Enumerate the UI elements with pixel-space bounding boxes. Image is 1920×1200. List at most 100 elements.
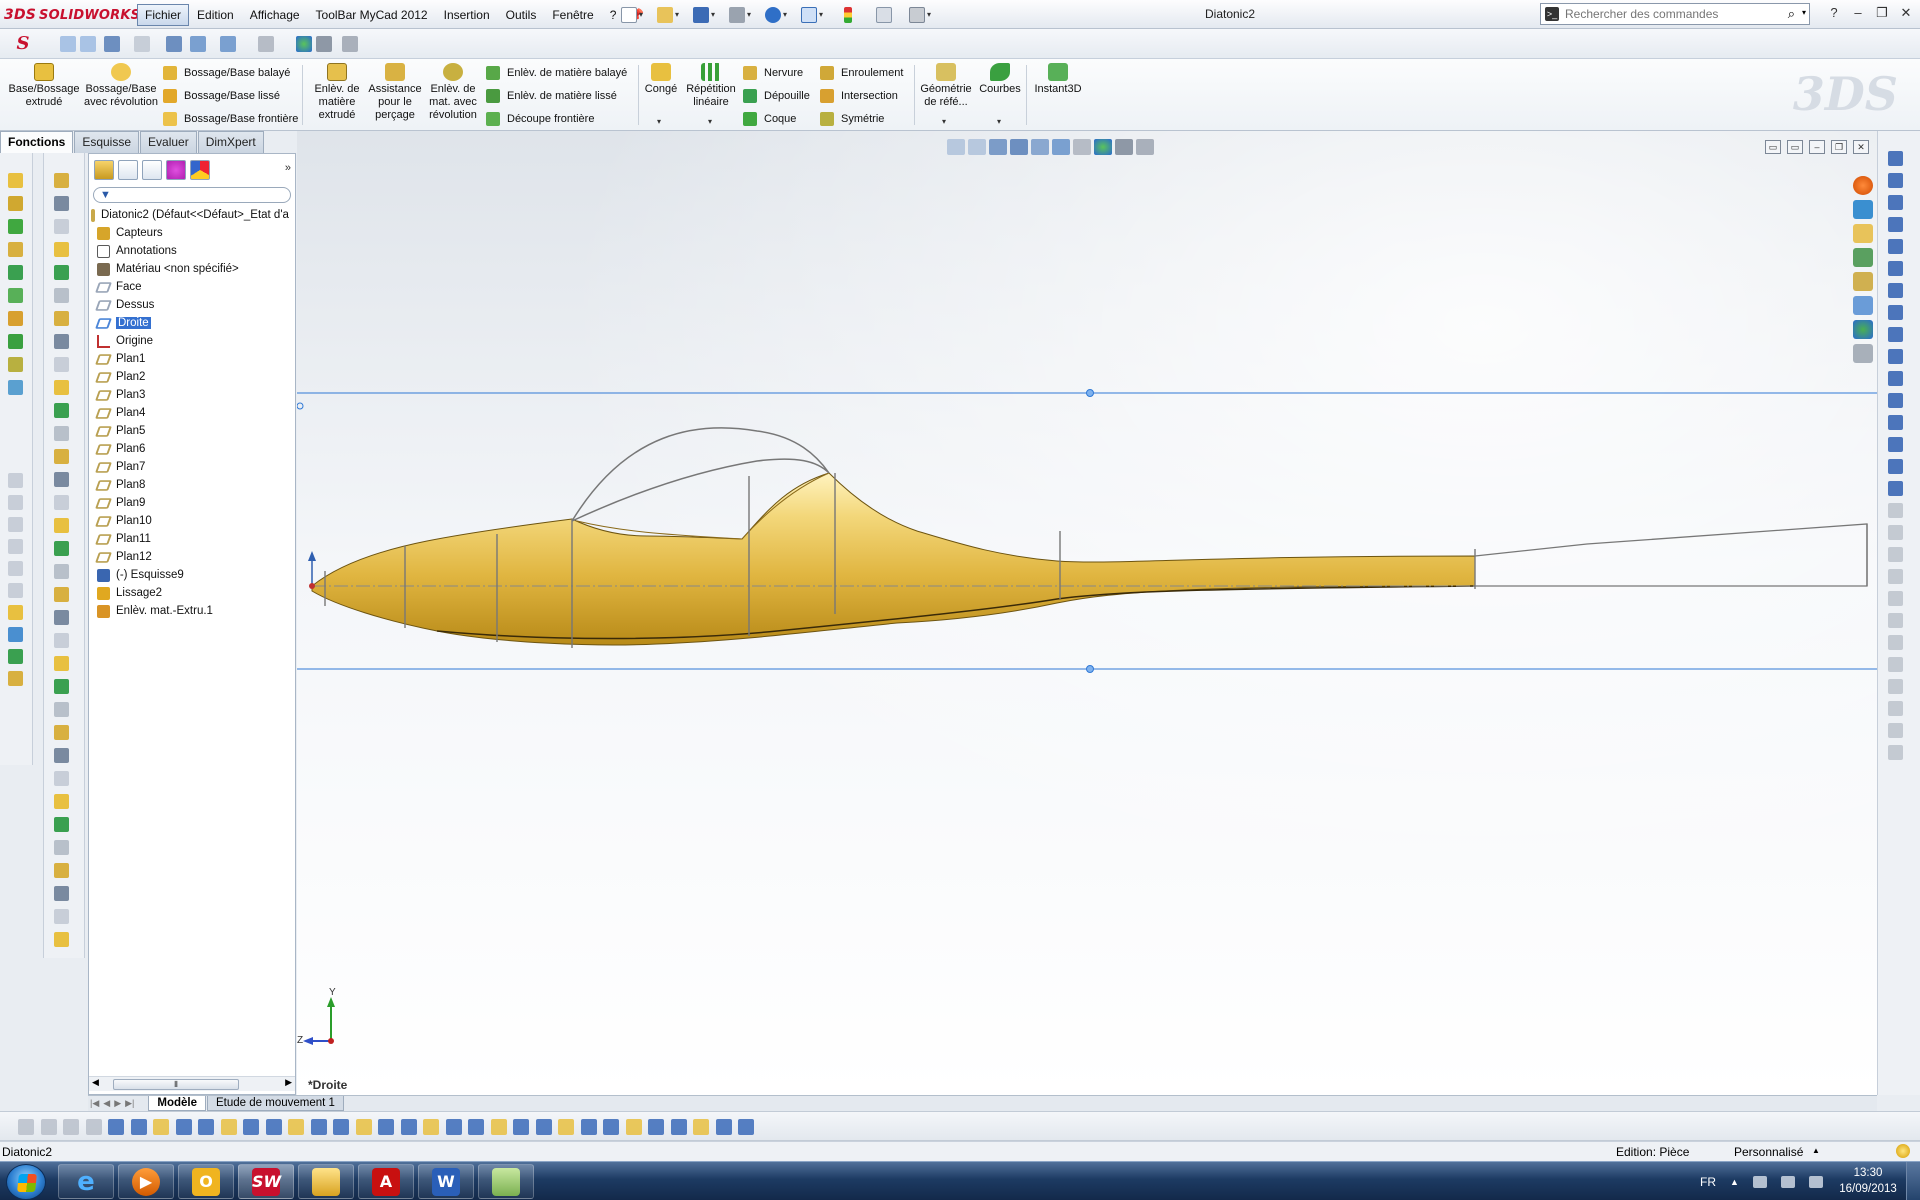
units-dropdown-icon[interactable]: ▲ (1812, 1146, 1820, 1155)
menu-outils[interactable]: Outils (498, 4, 545, 26)
sketch-tool-icon[interactable] (1888, 151, 1903, 166)
tool-icon[interactable] (54, 932, 69, 947)
sketch-tool-icon[interactable] (1888, 613, 1903, 628)
options-button[interactable]: ▾ (903, 4, 937, 25)
sketch-relation-icon[interactable] (558, 1119, 574, 1135)
sketch-tool-icon[interactable] (1888, 635, 1903, 650)
network-icon[interactable] (1780, 1175, 1795, 1188)
sketch-relation-icon[interactable] (400, 1119, 417, 1135)
volume-icon[interactable] (1808, 1175, 1823, 1188)
feature-tool-icon[interactable] (8, 473, 23, 488)
tool-icon[interactable] (54, 518, 69, 533)
tool-icon[interactable] (54, 633, 69, 648)
tool-icon[interactable] (54, 472, 69, 487)
last-tab-icon[interactable]: ▶| (125, 1098, 134, 1109)
sketch-relation-icon[interactable] (625, 1119, 642, 1135)
rebuild-status-icon[interactable] (1896, 1144, 1910, 1158)
tool-icon[interactable] (54, 219, 69, 234)
tool-icon[interactable] (54, 311, 69, 326)
model-viewport[interactable] (297, 131, 1877, 1095)
hide-show-icon[interactable] (258, 36, 274, 52)
plane-handle-left[interactable] (297, 402, 304, 410)
swept-boss-button[interactable]: Bossage/Base balayé (163, 64, 290, 82)
file-properties-button[interactable] (867, 4, 901, 25)
sketch-relation-icon[interactable] (63, 1119, 79, 1135)
feature-tool-icon[interactable] (8, 219, 23, 234)
sketch-tool-icon[interactable] (1888, 503, 1903, 518)
tree-item[interactable]: (-) Esquisse9 (89, 566, 295, 584)
search-results-icon[interactable] (1853, 248, 1873, 267)
sketch-relation-icon[interactable] (490, 1119, 507, 1135)
tree-horizontal-scrollbar[interactable]: ◀ ⦀ ▶ (89, 1076, 295, 1091)
tree-item[interactable]: Plan12 (89, 548, 295, 566)
sketch-tool-icon[interactable] (1888, 217, 1903, 232)
tool-icon[interactable] (54, 242, 69, 257)
extruded-cut-button[interactable]: Enlèv. de matière extrudé (308, 63, 366, 122)
forum-icon[interactable] (1853, 344, 1873, 363)
feature-tool-icon[interactable] (8, 649, 23, 664)
zoom-area-icon[interactable] (80, 36, 96, 52)
tool-icon[interactable] (54, 380, 69, 395)
status-units[interactable]: Personnalisé (1734, 1145, 1803, 1159)
sketch-relation-icon[interactable] (693, 1119, 709, 1135)
intersect-button[interactable]: Intersection (820, 87, 898, 105)
tree-item[interactable]: Origine (89, 332, 295, 350)
tree-item[interactable]: Droite (89, 314, 295, 332)
pattern-dropdown-icon[interactable]: ▾ (708, 117, 712, 126)
scroll-thumb[interactable]: ⦀ (113, 1079, 239, 1090)
boundary-boss-button[interactable]: Bossage/Base frontière (163, 110, 298, 128)
sketch-relation-icon[interactable] (108, 1119, 124, 1135)
feature-tool-icon[interactable] (8, 517, 23, 532)
search-input[interactable] (1565, 7, 1775, 21)
new-document-button[interactable]: ▾ (615, 4, 649, 25)
minimize-button[interactable]: – (1848, 4, 1868, 22)
sketch-tool-icon[interactable] (1888, 547, 1903, 562)
sketch-tool-icon[interactable] (1888, 173, 1903, 188)
graphics-area[interactable]: ▭ ▭ – ❐ ✕ Y Z *Droite (297, 131, 1877, 1095)
lofted-cut-button[interactable]: Enlèv. de matière lissé (486, 87, 617, 105)
tree-item[interactable]: Face (89, 278, 295, 296)
sketch-relation-icon[interactable] (265, 1119, 282, 1135)
shell-button[interactable]: Coque (743, 110, 796, 128)
feature-tool-icon[interactable] (8, 605, 23, 620)
tab-fonctions[interactable]: Fonctions (0, 131, 74, 153)
tree-item[interactable]: Dessus (89, 296, 295, 314)
draft-button[interactable]: Dépouille (743, 87, 810, 105)
feature-tool-icon[interactable] (8, 334, 23, 349)
tab-modele[interactable]: Modèle (148, 1096, 206, 1111)
sketch-tool-icon[interactable] (1888, 349, 1903, 364)
linear-pattern-button[interactable]: Répétition linéaire (682, 63, 740, 109)
feature-tool-icon[interactable] (8, 583, 23, 598)
tab-evaluer[interactable]: Evaluer (140, 131, 197, 153)
close-button[interactable]: ✕ (1896, 4, 1916, 22)
undo-button[interactable]: ▾ (759, 4, 793, 25)
solidworks-resources-icon[interactable] (1853, 176, 1873, 195)
solidworks-menu-icon[interactable]: S (8, 32, 38, 56)
tool-icon[interactable] (54, 288, 69, 303)
curves-dropdown-icon[interactable]: ▾ (997, 117, 1001, 126)
displaymanager-tab-icon[interactable] (190, 160, 210, 180)
mirror-button[interactable]: Symétrie (820, 110, 884, 128)
sketch-tool-icon[interactable] (1888, 437, 1903, 452)
sketch-relation-icon[interactable] (175, 1119, 192, 1135)
custom-properties-icon[interactable] (1853, 320, 1873, 339)
sketch-relation-icon[interactable] (603, 1119, 619, 1135)
tool-icon[interactable] (54, 863, 69, 878)
reference-geometry-dropdown-icon[interactable]: ▾ (942, 117, 946, 126)
section-view-icon[interactable] (166, 36, 182, 52)
sketch-tool-icon[interactable] (1888, 239, 1903, 254)
sketch-tool-icon[interactable] (1888, 261, 1903, 276)
tree-item[interactable]: Plan9 (89, 494, 295, 512)
featuremanager-tab-icon[interactable] (94, 160, 114, 180)
boundary-cut-button[interactable]: Découpe frontière (486, 110, 594, 128)
sketch-relation-icon[interactable] (670, 1119, 687, 1135)
tree-item[interactable]: Plan1 (89, 350, 295, 368)
curves-button[interactable]: Courbes (976, 63, 1024, 96)
feature-tool-icon[interactable] (8, 196, 23, 211)
tree-item[interactable]: Plan4 (89, 404, 295, 422)
sketch-tool-icon[interactable] (1888, 459, 1903, 474)
sketch-relation-icon[interactable] (355, 1119, 372, 1135)
feature-tool-icon[interactable] (8, 539, 23, 554)
language-indicator[interactable]: FR (1700, 1175, 1716, 1189)
taskbar-internet-explorer[interactable]: e (58, 1164, 114, 1199)
